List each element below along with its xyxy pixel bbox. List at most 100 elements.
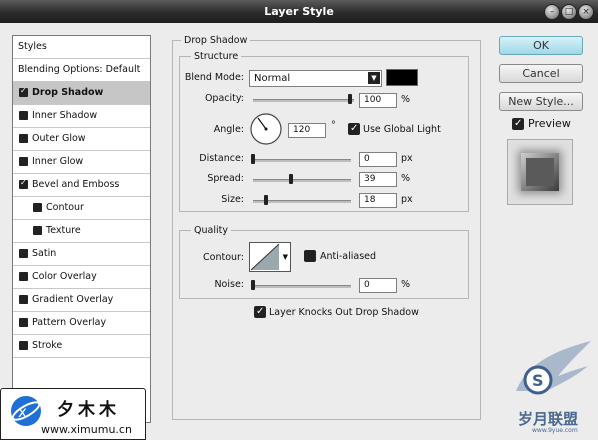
anti-aliased-checkbox[interactable] (304, 250, 316, 262)
watermark-9yue: S 岁月联盟 www.9yue.com (496, 336, 596, 438)
style-checkbox[interactable] (19, 157, 28, 166)
style-item-label: Contour (46, 202, 84, 213)
ok-button[interactable]: OK (499, 36, 583, 55)
styles-list: Styles Blending Options: Default Drop Sh… (12, 35, 151, 423)
watermark-ximumu: x 夕木木 www.ximumu.cn (0, 388, 146, 440)
layer-knocks-out-checkbox[interactable] (254, 304, 266, 319)
watermark-left-text: 夕木木 (57, 400, 120, 420)
watermark-right-url: www.9yue.com (532, 427, 578, 434)
blend-mode-select[interactable]: Normal ▼ (249, 70, 382, 87)
style-item-texture[interactable]: Texture (13, 220, 150, 243)
angle-input[interactable]: 120 (288, 123, 326, 138)
anti-aliased-label: Anti-aliased (320, 251, 377, 262)
minimize-button[interactable]: – (544, 4, 560, 20)
shadow-color-swatch[interactable] (386, 69, 418, 86)
preview-box (507, 139, 573, 205)
styles-header[interactable]: Styles (13, 36, 150, 59)
distance-input[interactable]: 0 (359, 152, 397, 167)
style-item-inner-shadow[interactable]: Inner Shadow (13, 105, 150, 128)
quality-title: Quality (191, 225, 231, 236)
layer-knocks-out-label: Layer Knocks Out Drop Shadow (269, 307, 419, 318)
style-checkbox[interactable] (33, 203, 42, 212)
style-item-color-overlay[interactable]: Color Overlay (13, 266, 150, 289)
style-item-bevel-and-emboss[interactable]: Bevel and Emboss (13, 174, 150, 197)
size-input[interactable]: 18 (359, 193, 397, 208)
style-checkbox[interactable] (19, 341, 28, 350)
style-checkbox[interactable] (19, 318, 28, 327)
chevron-down-icon: ▼ (368, 72, 380, 84)
svg-text:S: S (532, 371, 544, 390)
angle-dial[interactable] (249, 112, 283, 146)
maximize-button[interactable]: □ (561, 4, 577, 20)
style-item-gradient-overlay[interactable]: Gradient Overlay (13, 289, 150, 312)
spread-label: Spread: (207, 173, 244, 184)
style-checkbox[interactable] (19, 111, 28, 120)
close-button[interactable]: × (578, 4, 594, 20)
use-global-light-label: Use Global Light (363, 124, 441, 135)
style-item-label: Inner Glow (32, 156, 84, 167)
svg-text:x: x (18, 403, 27, 421)
size-unit: px (401, 194, 413, 205)
spread-input[interactable]: 39 (359, 172, 397, 187)
style-item-satin[interactable]: Satin (13, 243, 150, 266)
use-global-light-checkbox[interactable] (348, 121, 360, 136)
style-checkbox[interactable] (33, 226, 42, 235)
contour-label: Contour: (203, 252, 244, 263)
distance-slider-track[interactable] (253, 159, 351, 162)
cancel-button[interactable]: Cancel (499, 64, 583, 83)
spread-slider-track[interactable] (253, 179, 351, 182)
opacity-slider-thumb[interactable] (348, 94, 352, 104)
wing-logo-icon: S (516, 341, 591, 395)
contour-picker[interactable]: ▼ (249, 242, 291, 272)
new-style-button[interactable]: New Style... (499, 92, 583, 111)
noise-slider-track[interactable] (253, 285, 351, 288)
style-item-label: Drop Shadow (32, 87, 104, 98)
distance-label: Distance: (199, 153, 244, 164)
opacity-input[interactable]: 100 (359, 93, 397, 108)
style-item-outer-glow[interactable]: Outer Glow (13, 128, 150, 151)
blend-mode-label: Blend Mode: (184, 72, 244, 83)
style-item-label: Pattern Overlay (32, 317, 107, 328)
watermark-right-text: 岁月联盟 (518, 410, 579, 428)
title-bar: Layer Style – □ × (0, 0, 598, 23)
style-item-drop-shadow[interactable]: Drop Shadow (13, 82, 150, 105)
preview-checkbox[interactable] (512, 116, 524, 131)
size-label: Size: (221, 194, 244, 205)
structure-title: Structure (191, 51, 242, 62)
style-item-label: Inner Shadow (32, 110, 98, 121)
style-item-label: Bevel and Emboss (32, 179, 120, 190)
style-item-contour[interactable]: Contour (13, 197, 150, 220)
noise-input[interactable]: 0 (359, 278, 397, 293)
blend-mode-value: Normal (254, 73, 291, 84)
style-item-label: Texture (46, 225, 81, 236)
drop-shadow-title: Drop Shadow (181, 35, 251, 46)
size-slider-thumb[interactable] (264, 195, 268, 205)
noise-unit: % (401, 279, 411, 290)
style-item-stroke[interactable]: Stroke (13, 335, 150, 358)
style-checkbox[interactable] (19, 83, 28, 99)
noise-label: Noise: (214, 279, 244, 290)
distance-slider-thumb[interactable] (251, 154, 255, 164)
layer-style-dialog: Layer Style – □ × Styles Blending Option… (0, 0, 598, 440)
style-checkbox[interactable] (19, 175, 28, 191)
opacity-unit: % (401, 94, 411, 105)
noise-slider-thumb[interactable] (251, 280, 255, 290)
spread-slider-thumb[interactable] (289, 174, 293, 184)
style-item-inner-glow[interactable]: Inner Glow (13, 151, 150, 174)
opacity-slider-track[interactable] (253, 99, 354, 102)
style-item-pattern-overlay[interactable]: Pattern Overlay (13, 312, 150, 335)
style-checkbox[interactable] (19, 272, 28, 281)
opacity-label: Opacity: (204, 93, 244, 104)
style-checkbox[interactable] (19, 134, 28, 143)
watermark-left-url: www.ximumu.cn (41, 423, 132, 436)
spread-unit: % (401, 173, 411, 184)
window-title: Layer Style (264, 5, 334, 18)
style-item-label: Gradient Overlay (32, 294, 114, 305)
blending-options-item[interactable]: Blending Options: Default (13, 59, 150, 82)
style-checkbox[interactable] (19, 249, 28, 258)
ximumu-logo-icon: x (11, 396, 41, 426)
style-checkbox[interactable] (19, 295, 28, 304)
angle-label: Angle: (213, 124, 244, 135)
degree-unit: ° (331, 120, 336, 131)
style-item-label: Outer Glow (32, 133, 86, 144)
